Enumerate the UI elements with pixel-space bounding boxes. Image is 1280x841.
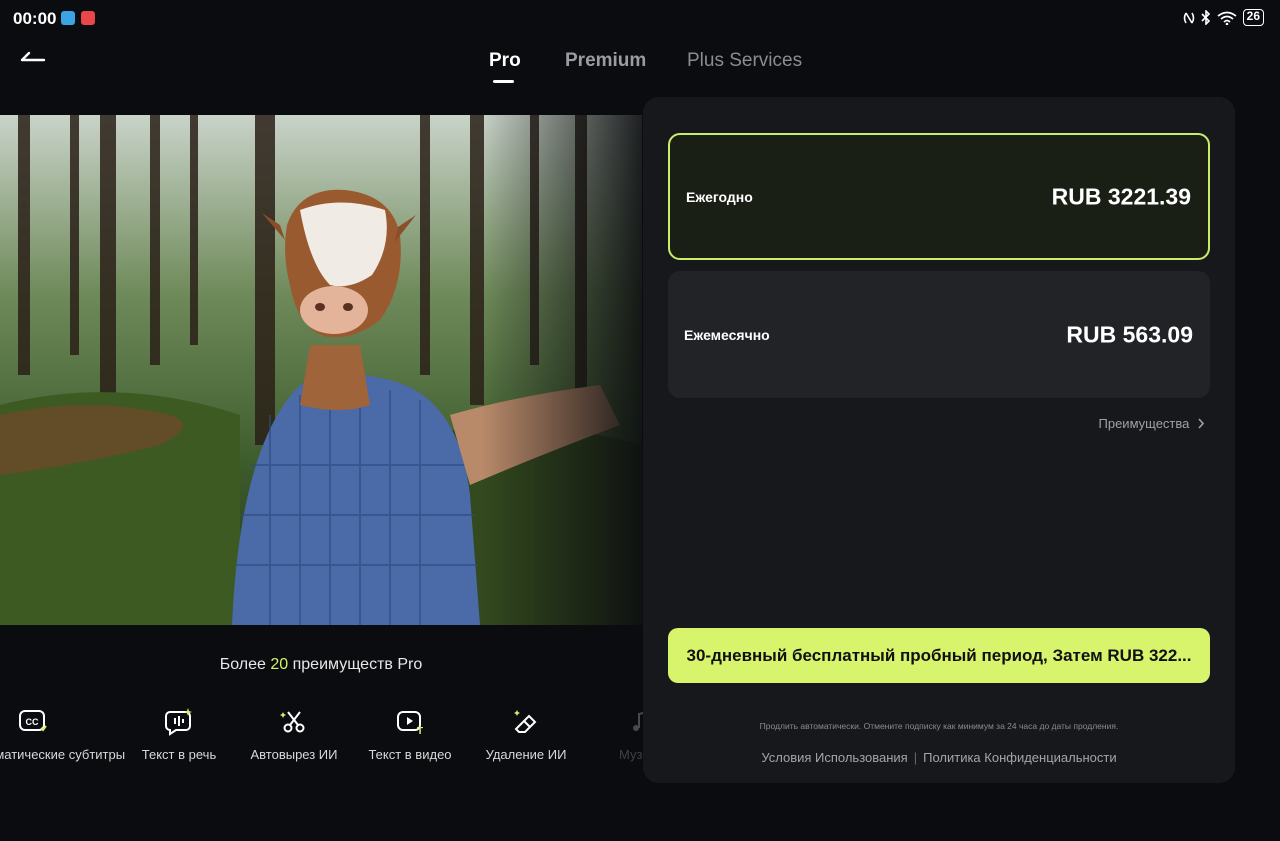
scissors-icon — [280, 711, 305, 733]
status-time: 00:00 — [13, 9, 57, 28]
feature-label: Текст в видео — [368, 747, 452, 762]
active-tab-indicator — [493, 80, 514, 83]
benefits-link-label: Преимущества — [1098, 416, 1190, 431]
promo-image — [0, 115, 642, 625]
feature-label: Автоматические субтитры — [0, 747, 126, 762]
plan-price: RUB 563.09 — [1066, 321, 1193, 347]
eraser-icon — [514, 710, 537, 733]
plan-name: Ежегодно — [686, 188, 753, 205]
feature-label: Удаление ИИ — [485, 747, 567, 762]
text-to-video-icon: T — [397, 711, 423, 736]
feature-text-to-speech[interactable]: Текст в речь — [114, 706, 244, 764]
plan-yearly-option[interactable]: Ежегодно RUB 3221.39 — [668, 133, 1210, 260]
plan-monthly-option[interactable]: Ежемесячно RUB 563.09 — [668, 271, 1210, 398]
feature-ai-removal[interactable]: Удаление ИИ — [461, 706, 591, 764]
chevron-right-icon — [1198, 418, 1205, 429]
battery-indicator: 26 — [1242, 9, 1264, 26]
forest-selfie-illustration — [0, 115, 642, 625]
status-bar: 00:00 26 — [0, 0, 1280, 36]
captions-icon: CC — [19, 710, 47, 732]
status-icons: 26 — [1183, 9, 1264, 26]
benefits-link[interactable]: Преимущества — [1099, 416, 1206, 431]
features-count: 20 — [270, 656, 289, 673]
svg-text:T: T — [417, 726, 423, 736]
feature-ai-cutout[interactable]: Автовырез ИИ — [229, 706, 359, 764]
feature-label: Текст в речь — [141, 747, 217, 762]
features-title-suffix: преимуществ Pro — [288, 656, 423, 673]
feature-text-to-video[interactable]: T Текст в видео — [345, 706, 475, 764]
legal-links: Условия Использования | Политика Конфиденц… — [643, 750, 1235, 765]
start-trial-button[interactable]: 30-дневный бесплатный пробный период, За… — [668, 628, 1210, 683]
legal-separator: | — [913, 750, 918, 765]
features-title: Более 20 преимуществ Pro — [0, 656, 642, 674]
plan-name: Ежемесячно — [684, 326, 770, 343]
privacy-policy-link[interactable]: Политика Конфиденциальности — [923, 750, 1117, 765]
features-title-prefix: Более — [219, 656, 271, 673]
tab-premium[interactable]: Premium — [565, 50, 646, 72]
plan-price: RUB 3221.39 — [1051, 183, 1191, 209]
feature-auto-subtitles[interactable]: CC Автоматические субтитры — [0, 706, 125, 764]
feature-label: Автовырез ИИ — [250, 747, 338, 762]
telegram-notification-icon — [61, 11, 75, 25]
plan-tabs: Pro Premium Plus Services — [0, 50, 1280, 90]
svg-text:CC: CC — [26, 717, 39, 727]
wifi-icon — [1217, 11, 1237, 25]
tab-plus-services[interactable]: Plus Services — [687, 50, 802, 72]
text-to-speech-icon — [165, 708, 192, 736]
bluetooth-icon — [1201, 10, 1210, 25]
nfc-icon — [1183, 12, 1194, 23]
auto-renew-note: Продлить автоматически. Отмените подписк… — [759, 721, 1119, 731]
app-notification-icon — [81, 11, 95, 25]
terms-of-use-link[interactable]: Условия Использования — [761, 750, 907, 765]
tab-pro[interactable]: Pro — [489, 50, 521, 72]
subscription-panel: Ежегодно RUB 3221.39 Ежемесячно RUB 563.… — [643, 97, 1235, 783]
